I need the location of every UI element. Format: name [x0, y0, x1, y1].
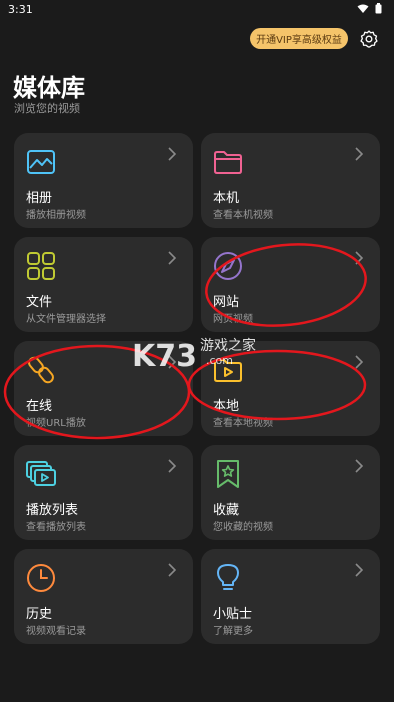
- chevron-right-icon: [168, 251, 177, 265]
- card-gallery[interactable]: 相册 播放相册视频: [14, 133, 193, 228]
- card-title: 历史: [26, 607, 53, 622]
- compass-icon: [214, 252, 242, 280]
- status-icons: [357, 3, 382, 14]
- clock-icon: [27, 564, 55, 592]
- page-subtitle: 浏览您的视频: [14, 102, 80, 115]
- chevron-right-icon: [355, 459, 364, 473]
- card-subtitle: 您收藏的视频: [213, 522, 273, 533]
- vip-upgrade-button[interactable]: 开通VIP享高级权益: [250, 28, 348, 49]
- card-title: 文件: [26, 295, 53, 310]
- chevron-right-icon: [355, 563, 364, 577]
- card-online[interactable]: 在线 视频URL播放: [14, 341, 193, 436]
- lightbulb-icon: [217, 564, 239, 590]
- playlist-icon: [26, 461, 56, 486]
- status-time: 3:31: [8, 3, 33, 16]
- card-subtitle: 播放相册视频: [26, 210, 86, 221]
- card-title: 小贴士: [213, 607, 253, 622]
- card-title: 在线: [26, 399, 53, 414]
- card-subtitle: 视频观看记录: [26, 626, 86, 637]
- card-title: 相册: [26, 191, 53, 206]
- chevron-right-icon: [168, 355, 177, 369]
- card-history[interactable]: 历史 视频观看记录: [14, 549, 193, 644]
- page-title: 媒体库: [13, 74, 85, 102]
- chevron-right-icon: [355, 147, 364, 161]
- settings-gear-icon[interactable]: [359, 29, 379, 49]
- card-subtitle: 从文件管理器选择: [26, 314, 106, 325]
- chevron-right-icon: [168, 563, 177, 577]
- card-local[interactable]: 本地 查看本地视频: [201, 341, 380, 436]
- card-title: 网站: [213, 295, 240, 310]
- folder-icon: [214, 151, 242, 174]
- video-folder-icon: [214, 359, 242, 382]
- card-subtitle: 网页视频: [213, 314, 253, 325]
- link-icon: [28, 356, 54, 384]
- card-subtitle: 视频URL播放: [26, 418, 86, 429]
- card-title: 收藏: [213, 503, 240, 518]
- bookmark-star-icon: [217, 460, 239, 488]
- apps-grid-icon: [27, 252, 55, 280]
- card-files[interactable]: 文件 从文件管理器选择: [14, 237, 193, 332]
- card-subtitle: 了解更多: [213, 626, 253, 637]
- card-title: 播放列表: [26, 503, 79, 518]
- wifi-icon: [357, 4, 369, 13]
- card-website[interactable]: 网站 网页视频: [201, 237, 380, 332]
- battery-icon: [375, 3, 382, 14]
- card-title: 本地: [213, 399, 240, 414]
- status-bar: 3:31: [0, 0, 394, 20]
- card-subtitle: 查看本地视频: [213, 418, 273, 429]
- card-playlist[interactable]: 播放列表 查看播放列表: [14, 445, 193, 540]
- chevron-right-icon: [355, 355, 364, 369]
- card-subtitle: 查看本机视频: [213, 210, 273, 221]
- card-title: 本机: [213, 191, 240, 206]
- card-favorites[interactable]: 收藏 您收藏的视频: [201, 445, 380, 540]
- chevron-right-icon: [168, 459, 177, 473]
- card-subtitle: 查看播放列表: [26, 522, 86, 533]
- chevron-right-icon: [355, 251, 364, 265]
- gallery-icon: [27, 150, 55, 174]
- card-tips[interactable]: 小贴士 了解更多: [201, 549, 380, 644]
- card-device[interactable]: 本机 查看本机视频: [201, 133, 380, 228]
- chevron-right-icon: [168, 147, 177, 161]
